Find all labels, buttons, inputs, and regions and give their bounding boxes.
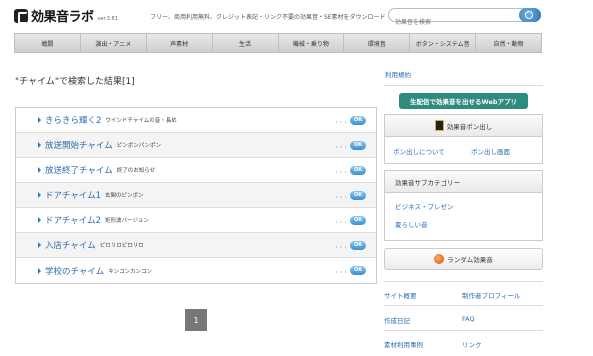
- dots: ・・・: [334, 220, 348, 226]
- subcategory-header: 効果音サブカテゴリー: [385, 171, 542, 193]
- nav-item-battle[interactable]: 戦闘: [15, 34, 81, 52]
- version-label: ver.3.81: [97, 15, 118, 22]
- divider: [384, 85, 543, 86]
- dots: ・・・: [334, 145, 348, 151]
- terms-link[interactable]: 利用規約: [385, 69, 411, 79]
- play-arrow-icon: [38, 117, 41, 123]
- speaker-logo-icon: [14, 8, 28, 24]
- play-arrow-icon: [38, 217, 41, 223]
- subcategory-item-business[interactable]: ビジネス・プレゼン: [395, 201, 454, 211]
- list-item[interactable]: 学校のチャイム キンコンカンコン ・・・ OK: [16, 258, 376, 283]
- divider: [384, 305, 543, 306]
- random-sound-label: ランダム効果音: [447, 256, 493, 264]
- site-tagline: フリー、商用利用無料、クレジット表記・リンク不要の効果音・SE素材をダウンロード: [150, 14, 386, 21]
- nav-item-machines[interactable]: 機械・乗り物: [279, 34, 345, 52]
- result-title[interactable]: 入店チャイム: [45, 239, 96, 251]
- result-title[interactable]: 放送終了チャイム: [45, 164, 113, 176]
- divider: [384, 281, 543, 282]
- nav-item-anime[interactable]: 演出・アニメ: [81, 34, 147, 52]
- dots: ・・・: [334, 245, 348, 251]
- nav-item-nature[interactable]: 自然・動物: [476, 34, 541, 52]
- dots: ・・・: [334, 120, 348, 126]
- footer-link-faq[interactable]: FAQ: [462, 315, 475, 323]
- result-desc: キンコンカンコン: [108, 268, 153, 275]
- footer-link-diary[interactable]: 作成日記: [384, 315, 410, 325]
- category-nav: 戦闘 演出・アニメ 声素材 生活 機械・乗り物 環境音 ボタン・システム音 自然…: [14, 33, 542, 53]
- ok-button[interactable]: OK: [350, 116, 366, 125]
- play-arrow-icon: [38, 242, 41, 248]
- nav-item-voice[interactable]: 声素材: [147, 34, 213, 52]
- pon-panel-title: 効果音ポン出し: [446, 122, 493, 131]
- footer-link-about[interactable]: サイト概要: [384, 290, 417, 300]
- result-title[interactable]: ドアチャイム2: [45, 214, 101, 226]
- webapp-button[interactable]: 生配信で効果音を出せるWebアプリ: [399, 93, 528, 109]
- ok-button[interactable]: OK: [350, 166, 366, 175]
- ok-button[interactable]: OK: [350, 216, 366, 225]
- result-desc: 玄関のピンポン: [104, 193, 144, 199]
- subcategory-panel: 効果音サブカテゴリー ビジネス・プレゼン 夏らしい音: [384, 170, 543, 241]
- pon-about-link[interactable]: ポン出しについて: [393, 146, 445, 156]
- pagination-page-1[interactable]: 1: [185, 309, 207, 331]
- random-sound-button[interactable]: ランダム効果音: [384, 248, 543, 270]
- subcategory-item-summer[interactable]: 夏らしい音: [395, 219, 428, 229]
- site-logo[interactable]: 効果音ラボ ver.3.81: [14, 6, 118, 25]
- list-item[interactable]: 放送終了チャイム 終了のお知らせ ・・・ OK: [16, 158, 376, 183]
- footer-link-examples[interactable]: 素材利用事例: [384, 339, 423, 349]
- ok-button[interactable]: OK: [350, 266, 366, 275]
- play-arrow-icon: [38, 167, 41, 173]
- list-item[interactable]: 入店チャイム ピロリロピロリロ ・・・ OK: [16, 233, 376, 258]
- search-icon[interactable]: [519, 8, 541, 22]
- play-arrow-icon: [38, 267, 41, 274]
- logo-text: 効果音ラボ: [31, 10, 94, 25]
- divider: [384, 330, 543, 331]
- result-title[interactable]: ドアチャイム1: [45, 189, 101, 201]
- list-item[interactable]: 放送開始チャイム ピンポンパンポン ・・・ OK: [16, 133, 376, 158]
- result-desc: 終了のお知らせ: [116, 168, 156, 174]
- results-title: "チャイム"で検索した結果[1]: [15, 77, 135, 87]
- dots: ・・・: [334, 170, 348, 176]
- result-title[interactable]: 放送開始チャイム: [45, 139, 113, 151]
- search-input[interactable]: [389, 16, 517, 29]
- nav-item-system[interactable]: ボタン・システム音: [410, 34, 477, 52]
- play-arrow-icon: [38, 142, 41, 148]
- ok-button[interactable]: OK: [350, 141, 366, 150]
- dots: ・・・: [334, 270, 348, 276]
- result-title[interactable]: 学校のチャイム: [45, 265, 104, 277]
- dots: ・・・: [334, 195, 348, 201]
- ok-button[interactable]: OK: [350, 241, 366, 250]
- search-box: [388, 8, 541, 29]
- site-header: 効果音ラボ ver.3.81 フリー、商用利用無料、クレジット表記・リンク不要の…: [0, 0, 593, 30]
- footer-link-links[interactable]: リンク: [462, 339, 482, 349]
- results-list: きらきら輝く2 ウインドチャイムの音・長め ・・・ OK 放送開始チャイム ピン…: [15, 107, 377, 284]
- nav-item-life[interactable]: 生活: [213, 34, 279, 52]
- nav-item-environment[interactable]: 環境音: [344, 34, 411, 52]
- random-orb-icon: [434, 254, 445, 264]
- list-item[interactable]: ドアチャイム2 矩形波バージョン ・・・ OK: [16, 208, 376, 233]
- result-desc: ピンポンパンポン: [116, 143, 162, 149]
- footer-link-profile[interactable]: 制作者プロフィール: [462, 290, 520, 300]
- pon-panel-header: 効果音ポン出し: [385, 115, 542, 137]
- result-desc: ピロリロピロリロ: [99, 243, 144, 249]
- result-desc: 矩形波バージョン: [104, 218, 149, 224]
- pon-screen-link[interactable]: ポン出し画面: [471, 146, 510, 156]
- launchpad-icon: [434, 120, 444, 131]
- list-item[interactable]: きらきら輝く2 ウインドチャイムの音・長め ・・・ OK: [16, 108, 376, 133]
- pon-panel: 効果音ポン出し ポン出しについて ポン出し画面: [384, 114, 543, 164]
- play-arrow-icon: [38, 192, 41, 198]
- result-title[interactable]: きらきら輝く2: [45, 114, 101, 126]
- result-desc: ウインドチャイムの音・長め: [105, 118, 177, 124]
- list-item[interactable]: ドアチャイム1 玄関のピンポン ・・・ OK: [16, 183, 376, 208]
- ok-button[interactable]: OK: [350, 191, 366, 200]
